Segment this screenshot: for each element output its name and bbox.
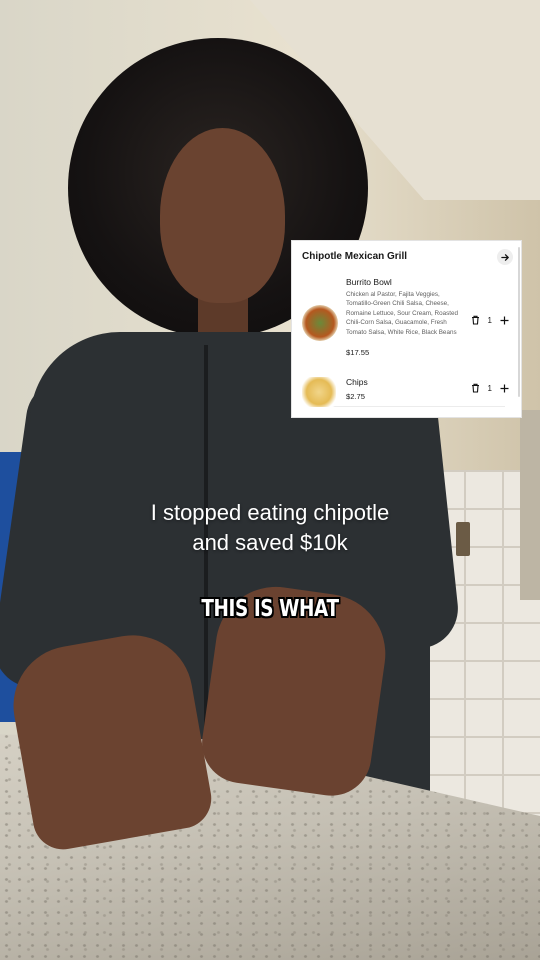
burrito-bowl-image <box>302 305 338 341</box>
restaurant-name: Chipotle Mexican Grill <box>302 251 408 262</box>
item-name: Chips <box>346 377 368 387</box>
quantity-stepper[interactable]: 1 <box>471 315 509 325</box>
order-card: Chipotle Mexican Grill Burrito Bowl Chic… <box>291 240 522 418</box>
item-quantity: 1 <box>487 383 492 393</box>
item-description: Chicken al Pastor, Fajita Veggies, Tomat… <box>346 291 459 336</box>
chips-image <box>302 377 336 407</box>
caption-line-2: and saved $10k <box>192 530 348 555</box>
person-face <box>160 128 285 303</box>
overlay-text: THIS IS WHAT <box>201 596 339 622</box>
plus-icon[interactable] <box>499 383 509 393</box>
trash-icon[interactable] <box>471 383 481 393</box>
plus-icon[interactable] <box>499 315 509 325</box>
item-name: Burrito Bowl <box>346 277 392 287</box>
item-quantity: 1 <box>487 315 492 325</box>
scrollbar[interactable] <box>518 247 520 397</box>
item-price: $2.75 <box>346 392 366 401</box>
quantity-stepper[interactable]: 1 <box>471 383 509 393</box>
trash-icon[interactable] <box>471 315 481 325</box>
arrow-right-icon[interactable] <box>497 249 513 265</box>
video-background <box>0 0 540 960</box>
cart-item: Chips $2.75 1 <box>302 377 513 417</box>
item-price: $17.55 <box>346 348 370 357</box>
caption-line-1: I stopped eating chipotle <box>150 500 390 525</box>
